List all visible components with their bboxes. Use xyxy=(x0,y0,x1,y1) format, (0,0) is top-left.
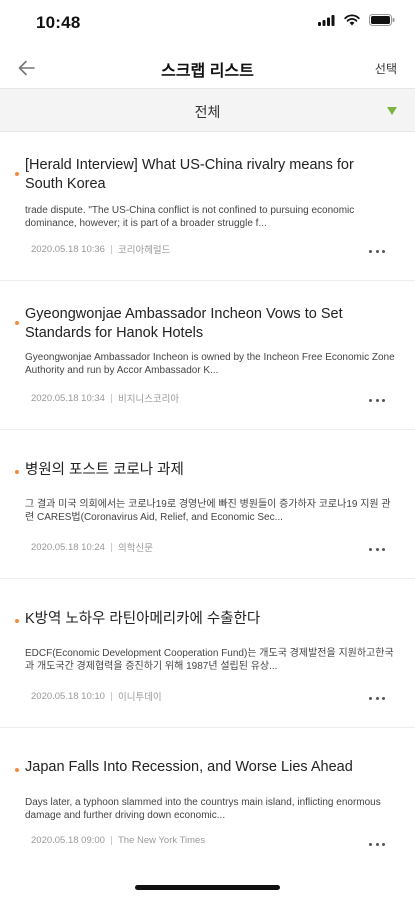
article-meta: 2020.05.18 10:24 의학신문 xyxy=(31,540,153,555)
unread-dot xyxy=(15,321,19,325)
status-bar: 10:48 xyxy=(0,0,415,48)
article-summary: trade dispute. "The US-China conflict is… xyxy=(25,205,355,229)
more-dot xyxy=(375,547,379,551)
article-summary: Gyeongwonjae Ambassador Incheon is owned… xyxy=(25,352,395,376)
filter-selected-label: 전체 xyxy=(194,104,221,120)
article-title: [Herald Interview] What US-China rivalry… xyxy=(25,157,354,192)
more-options-button[interactable] xyxy=(369,248,385,254)
article-date: 2020.05.18 09:00 xyxy=(31,835,105,846)
list-item[interactable]: 병원의 포스트 코로나 과제 그 결과 미국 의회에서는 코로나19로 경영난에… xyxy=(0,430,415,579)
article-source: 비지니스코리아 xyxy=(117,394,180,405)
more-dot xyxy=(382,696,385,700)
filter-dropdown[interactable]: 전체 xyxy=(0,88,415,132)
more-dot xyxy=(369,398,372,402)
nav-bar: 스크랩 리스트 선택 xyxy=(0,48,415,88)
page-title: 스크랩 리스트 xyxy=(161,63,254,80)
signal-icon xyxy=(318,14,335,26)
more-dot xyxy=(382,842,385,846)
more-dot xyxy=(369,696,372,700)
article-summary: 그 결과 미국 의회에서는 코로나19로 경영난에 빠진 병원들이 증가하자 코… xyxy=(25,499,391,523)
list-item[interactable]: [Herald Interview] What US-China rivalry… xyxy=(0,132,415,281)
unread-dot xyxy=(15,172,19,176)
meta-divider xyxy=(110,836,112,845)
more-dot xyxy=(382,547,385,551)
triangle-down-icon xyxy=(387,107,397,115)
status-icons xyxy=(318,14,395,26)
article-source: 코리아헤럴드 xyxy=(117,245,171,256)
more-options-button[interactable] xyxy=(369,695,385,701)
more-dot xyxy=(382,249,385,253)
article-date: 2020.05.18 10:34 xyxy=(31,392,105,404)
more-dot xyxy=(375,249,379,253)
list-item[interactable]: Japan Falls Into Recession, and Worse Li… xyxy=(0,728,415,877)
article-summary: EDCF(Economic Development Cooperation Fu… xyxy=(25,648,394,672)
article-title: K방역 노하우 라틴아메리카에 수출한다 xyxy=(25,611,261,627)
more-options-button[interactable] xyxy=(369,397,385,403)
article-meta: 2020.05.18 10:34 비지니스코리아 xyxy=(31,391,180,406)
article-source: The New York Times xyxy=(117,835,206,846)
article-date: 2020.05.18 10:10 xyxy=(31,690,105,702)
article-meta: 2020.05.18 10:10 이니투데이 xyxy=(31,689,162,704)
article-summary: Days later, a typhoon slammed into the c… xyxy=(25,797,381,821)
battery-icon xyxy=(369,14,395,26)
unread-dot xyxy=(15,470,19,474)
list-item[interactable]: Gyeongwonjae Ambassador Incheon Vows to … xyxy=(0,281,415,430)
more-dot xyxy=(382,398,385,402)
select-button[interactable]: 선택 xyxy=(375,60,397,77)
meta-divider xyxy=(110,542,112,552)
article-source: 의학신문 xyxy=(117,543,153,554)
meta-divider xyxy=(110,244,112,254)
more-dot xyxy=(375,398,379,402)
meta-divider xyxy=(110,393,112,403)
article-source: 이니투데이 xyxy=(117,692,162,703)
more-dot xyxy=(375,842,379,846)
article-date: 2020.05.18 10:24 xyxy=(31,541,105,553)
list-item[interactable]: K방역 노하우 라틴아메리카에 수출한다 EDCF(Economic Devel… xyxy=(0,579,415,728)
unread-dot xyxy=(15,619,19,623)
more-options-button[interactable] xyxy=(369,546,385,552)
wifi-icon xyxy=(344,14,360,26)
more-dot xyxy=(369,547,372,551)
more-dot xyxy=(369,842,372,846)
meta-divider xyxy=(110,691,112,701)
article-meta: 2020.05.18 10:36 코리아헤럴드 xyxy=(31,242,171,257)
more-dot xyxy=(369,249,372,253)
article-date: 2020.05.18 10:36 xyxy=(31,243,105,255)
article-title: Japan Falls Into Recession, and Worse Li… xyxy=(25,759,353,775)
home-indicator xyxy=(135,885,280,890)
status-time: 10:48 xyxy=(36,13,81,32)
article-meta: 2020.05.18 09:00 The New York Times xyxy=(31,835,205,846)
scrap-list: [Herald Interview] What US-China rivalry… xyxy=(0,132,415,877)
more-dot xyxy=(375,696,379,700)
more-options-button[interactable] xyxy=(369,841,385,847)
unread-dot xyxy=(15,768,19,772)
article-title: 병원의 포스트 코로나 과제 xyxy=(25,462,184,478)
article-title: Gyeongwonjae Ambassador Incheon Vows to … xyxy=(25,306,343,341)
